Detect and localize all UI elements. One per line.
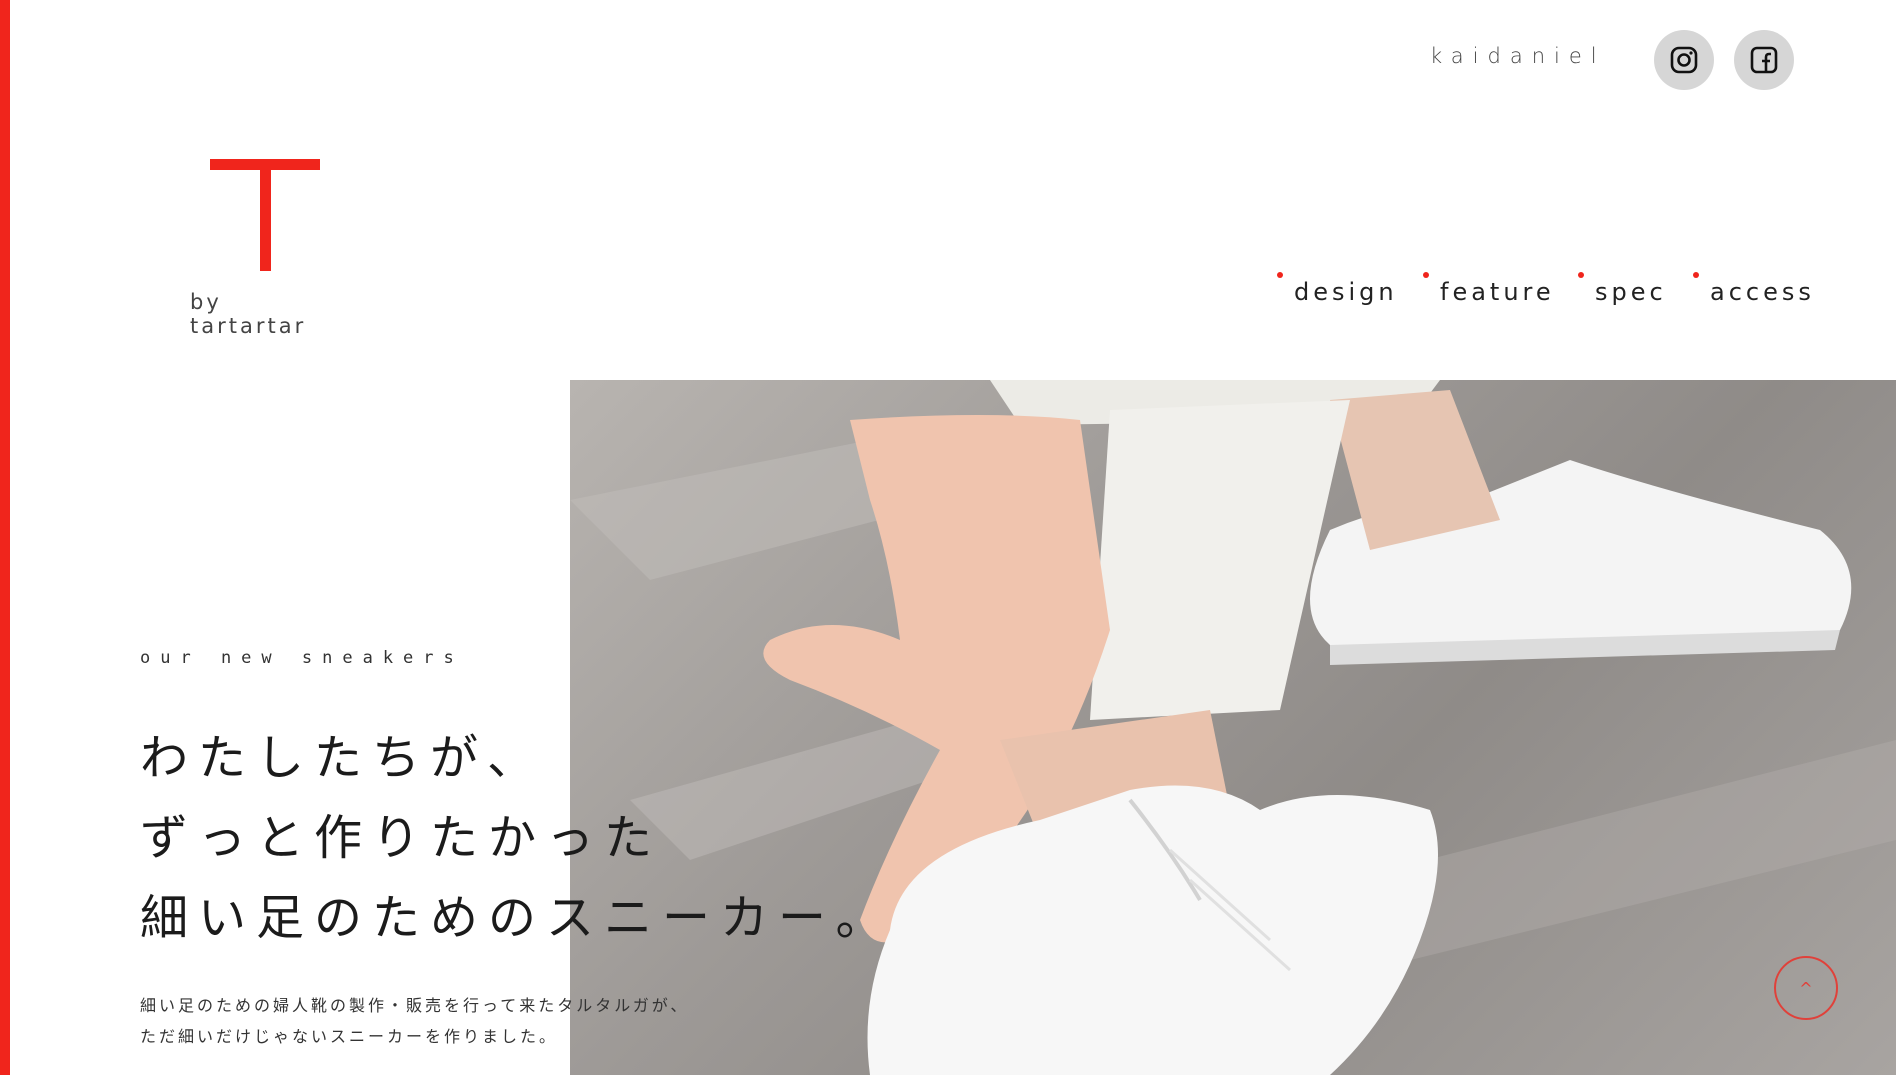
nav-dot — [1578, 272, 1584, 278]
nav-feature[interactable]: feature — [1423, 272, 1555, 306]
logo-subtitle: by tartartar — [190, 290, 307, 338]
facebook-icon — [1750, 46, 1778, 74]
nav-label: feature — [1440, 278, 1555, 306]
nav-dot — [1277, 272, 1283, 278]
nav-dot — [1423, 272, 1429, 278]
body-line: ただ細いだけじゃないスニーカーを作りました。 — [140, 1027, 559, 1046]
nav-label: design — [1294, 278, 1398, 306]
accent-bar — [0, 0, 10, 1075]
caret-up-icon: ^ — [1799, 978, 1813, 998]
nav-label: access — [1710, 278, 1815, 306]
instagram-button[interactable] — [1654, 30, 1714, 90]
nav-design[interactable]: design — [1277, 272, 1398, 306]
headline-line: わたしたちが、 — [140, 730, 546, 786]
nav-dot — [1693, 272, 1699, 278]
nav-label: spec — [1595, 278, 1667, 306]
facebook-button[interactable] — [1734, 30, 1794, 90]
headline-line: ずっと作りたかった — [140, 810, 663, 866]
username[interactable]: kaidaniel — [1430, 44, 1606, 68]
hero-body: 細い足のための婦人靴の製作・販売を行って来たタルタルガが、 ただ細いだけじゃない… — [140, 990, 689, 1052]
body-line: 細い足のための婦人靴の製作・販売を行って来たタルタルガが、 — [140, 996, 690, 1015]
brand-logo[interactable]: by tartartar — [190, 150, 330, 338]
scroll-to-top-button[interactable]: ^ — [1774, 956, 1838, 1020]
hero-eyebrow: our new sneakers — [140, 648, 464, 668]
nav-access[interactable]: access — [1693, 272, 1815, 306]
instagram-icon — [1670, 46, 1698, 74]
logo-t-mark — [210, 159, 320, 271]
hero-headline: わたしたちが、 ずっと作りたかった 細い足のためのスニーカー。 — [140, 718, 894, 958]
nav-spec[interactable]: spec — [1578, 272, 1667, 306]
headline-line: 細い足のためのスニーカー。 — [140, 890, 894, 946]
